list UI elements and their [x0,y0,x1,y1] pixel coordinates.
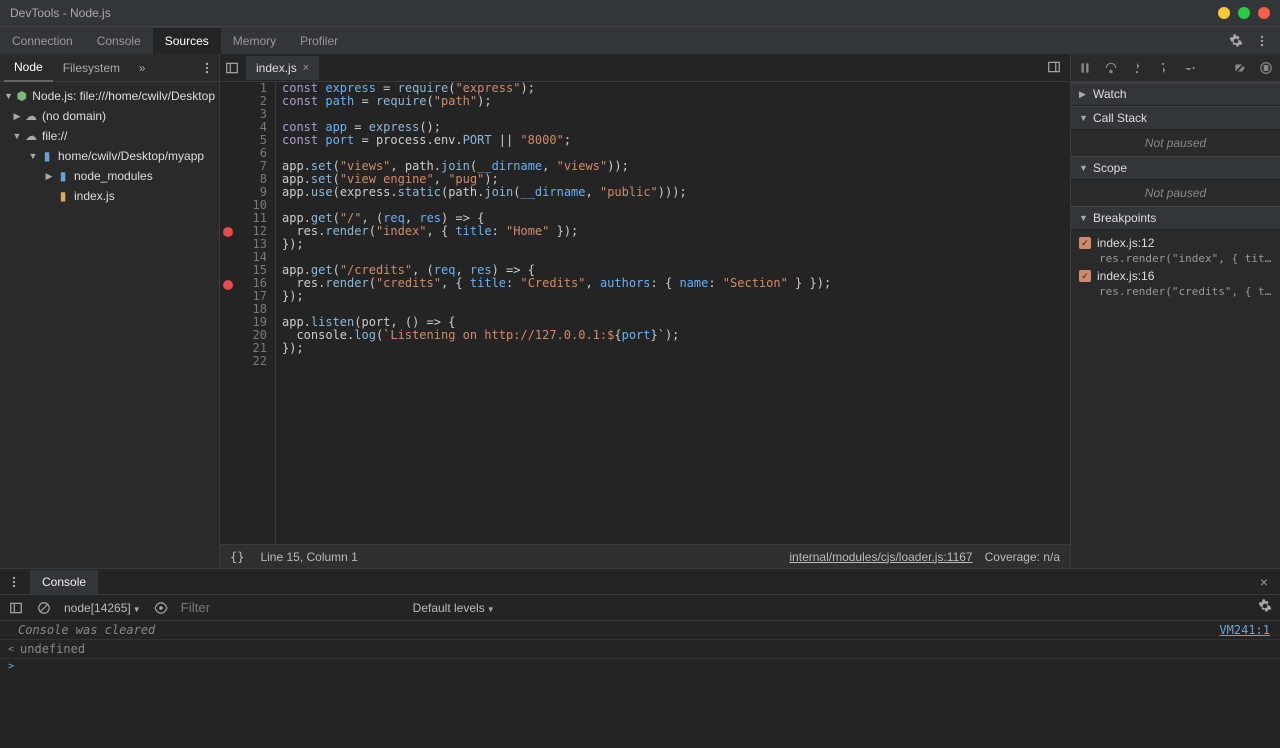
cloud-icon: ☁ [24,129,38,143]
clear-console-icon[interactable] [36,600,52,616]
titlebar: DevTools - Node.js [0,0,1280,26]
editor-tab-indexjs[interactable]: index.js × [246,56,319,80]
pause-icon[interactable] [1077,60,1093,76]
pause-on-exceptions-icon[interactable] [1258,60,1274,76]
console-tab[interactable]: Console [30,570,98,594]
cloud-icon: ☁ [24,109,38,123]
console-drawer: Console × node[14265]▼ Default levels▼ C… [0,568,1280,748]
tab-console[interactable]: Console [85,28,153,54]
code-area[interactable]: const express = require("express");const… [276,82,1070,544]
step-over-icon[interactable] [1103,60,1119,76]
log-levels-select[interactable]: Default levels▼ [413,601,495,615]
navigator-more-icon[interactable] [199,60,215,76]
tab-memory[interactable]: Memory [221,28,288,54]
step-out-icon[interactable] [1155,60,1171,76]
console-input[interactable]: > [0,659,1280,674]
more-tabs-icon[interactable]: » [134,60,150,76]
breakpoint-marker[interactable] [223,227,233,237]
breakpoint-preview: res.render("index", { title… [1079,252,1272,265]
tab-connection[interactable]: Connection [0,28,85,54]
step-icon[interactable] [1181,60,1197,76]
live-expression-icon[interactable] [153,600,169,616]
folder-icon: ▮ [56,169,70,183]
deactivate-breakpoints-icon[interactable] [1232,60,1248,76]
window-minimize-button[interactable] [1218,7,1230,19]
js-file-icon: ▮ [56,189,70,203]
close-tab-icon[interactable]: × [303,62,309,74]
editor-tabs: index.js × [220,54,1070,82]
breakpoint-item[interactable]: ✓ index.js:12 res.render("index", { title… [1071,234,1280,267]
code-editor[interactable]: 12345678910111213141516171819202122 cons… [220,82,1070,544]
console-settings-icon[interactable] [1258,599,1272,616]
callstack-section[interactable]: ▼ Call Stack [1071,106,1280,130]
tree-project-folder[interactable]: ▼ ▮ home/cwilv/Desktop/myapp [0,146,219,166]
window-maximize-button[interactable] [1238,7,1250,19]
toggle-navigator-icon[interactable] [224,60,240,76]
breakpoint-checkbox[interactable]: ✓ [1079,237,1091,249]
breakpoints-list: ✓ index.js:12 res.render("index", { title…… [1071,230,1280,304]
settings-icon[interactable] [1228,33,1244,49]
step-into-icon[interactable] [1129,60,1145,76]
loader-link[interactable]: internal/modules/cjs/loader.js:1167 [789,550,972,564]
coverage-label: Coverage: n/a [985,550,1060,564]
editor-panel: index.js × 12345678910111213141516171819… [220,54,1070,568]
scope-section[interactable]: ▼ Scope [1071,156,1280,180]
navigator-tab-filesystem[interactable]: Filesystem [53,55,130,81]
scope-not-paused: Not paused [1071,180,1280,206]
console-source-link[interactable]: VM241:1 [1219,623,1270,637]
toggle-debugger-icon[interactable] [1046,59,1062,75]
breakpoint-item[interactable]: ✓ index.js:16 res.render("credits", { tit… [1071,267,1280,300]
close-drawer-icon[interactable]: × [1260,574,1274,590]
tree-node-modules[interactable]: ▶ ▮ node_modules [0,166,219,186]
main-tabs: Connection Console Sources Memory Profil… [0,26,1280,54]
navigator-tab-node[interactable]: Node [4,54,53,82]
breakpoint-label: index.js:16 [1097,269,1154,283]
format-icon[interactable]: {} [230,550,244,564]
tab-sources[interactable]: Sources [153,28,221,54]
console-output-line: < undefined [0,640,1280,659]
breakpoint-marker[interactable] [223,280,233,290]
line-number-gutter: 12345678910111213141516171819202122 [236,82,276,544]
tree-root-node[interactable]: ▼ ⬢ Node.js: file:///home/cwilv/Desktop [0,86,219,106]
file-tree: ▼ ⬢ Node.js: file:///home/cwilv/Desktop … [0,82,219,568]
callstack-not-paused: Not paused [1071,130,1280,156]
folder-icon: ▮ [40,149,54,163]
navigator-tabs: Node Filesystem » [0,54,219,82]
console-body: Console was cleared VM241:1 < undefined … [0,621,1280,748]
console-more-icon[interactable] [6,574,22,590]
breakpoint-preview: res.render("credits", { tit… [1079,285,1272,298]
console-drawer-tabs: Console × [0,569,1280,595]
debug-toolbar [1071,54,1280,82]
console-cleared-message: Console was cleared VM241:1 [0,621,1280,640]
tree-filescheme[interactable]: ▼ ☁ file:// [0,126,219,146]
console-sidebar-icon[interactable] [8,600,24,616]
node-icon: ⬢ [15,89,28,103]
more-icon[interactable] [1254,33,1270,49]
window-controls [1218,7,1270,19]
window-close-button[interactable] [1258,7,1270,19]
window-title: DevTools - Node.js [10,6,111,20]
breakpoints-section[interactable]: ▼ Breakpoints [1071,206,1280,230]
tree-index-file[interactable]: ▮ index.js [0,186,219,206]
watch-section[interactable]: ▶ Watch [1071,82,1280,106]
breakpoint-gutter[interactable] [220,82,236,544]
breakpoint-checkbox[interactable]: ✓ [1079,270,1091,282]
console-filter-input[interactable] [181,600,401,615]
prompt-arrow-icon: > [8,661,14,672]
console-toolbar: node[14265]▼ Default levels▼ [0,595,1280,621]
editor-statusbar: {} Line 15, Column 1 internal/modules/cj… [220,544,1070,568]
output-arrow-icon: < [8,644,14,655]
tree-nodomain[interactable]: ▶ ☁ (no domain) [0,106,219,126]
navigator-panel: Node Filesystem » ▼ ⬢ Node.js: file:///h… [0,54,220,568]
breakpoint-label: index.js:12 [1097,236,1154,250]
tab-profiler[interactable]: Profiler [288,28,350,54]
cursor-position: Line 15, Column 1 [260,550,357,564]
execution-context-select[interactable]: node[14265]▼ [64,601,141,615]
debugger-panel: ▶ Watch ▼ Call Stack Not paused ▼ Scope … [1070,54,1280,568]
